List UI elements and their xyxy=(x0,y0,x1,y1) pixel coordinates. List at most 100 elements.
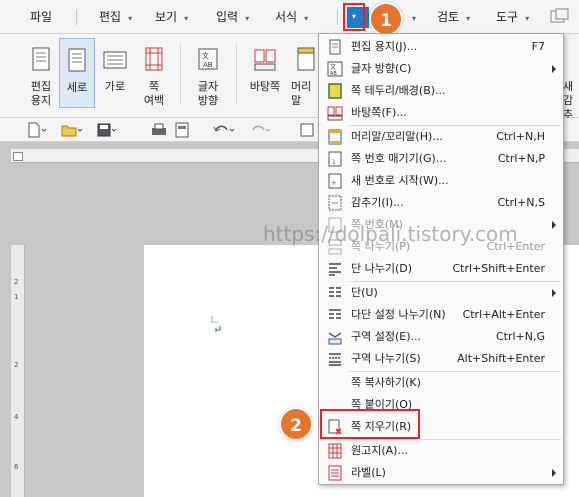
label-icon xyxy=(328,465,342,481)
menu-tools[interactable]: 도구 ▾ xyxy=(496,8,529,26)
save-icon[interactable] xyxy=(96,122,118,138)
svg-text:AB: AB xyxy=(330,71,337,77)
undo-icon[interactable] xyxy=(212,122,236,138)
menu-review[interactable]: 검토 ▾ xyxy=(437,8,470,26)
svg-text:文: 文 xyxy=(202,51,209,60)
print-preview-icon[interactable] xyxy=(173,122,191,138)
page-setup-button[interactable]: 편집 용지 xyxy=(26,38,56,108)
margins-label: 쪽 여백 xyxy=(143,80,165,107)
menu-format[interactable]: 서식 ▾ xyxy=(275,8,308,26)
window-icon[interactable] xyxy=(550,8,570,26)
menu-item-label: 원고지(A)... xyxy=(351,444,408,457)
text-direction-icon: 文AB xyxy=(198,48,218,70)
menu-item-master-page[interactable]: 바탕쪽(F)... xyxy=(319,102,563,124)
menu-item-label: 구역 나누기(S) xyxy=(351,352,421,365)
menu-item-page-border[interactable]: 쪽 테두리/배경(B)... xyxy=(319,80,563,102)
menu-item-shortcut: F7 xyxy=(531,40,545,53)
header-button[interactable]: 머리말 xyxy=(291,38,321,108)
manuscript-icon xyxy=(328,443,342,459)
menu-item-shortcut: Ctrl+N,P xyxy=(497,152,545,165)
menu-item-label: 편집 용지(J)... xyxy=(351,40,418,53)
menu-item-shortcut: Ctrl+Alt+Enter xyxy=(462,308,545,321)
menu-page-dropdown[interactable]: ▾ xyxy=(343,3,365,31)
landscape-icon xyxy=(103,51,127,69)
section-break-icon xyxy=(329,353,341,366)
text-direction-label: 글자 방향 xyxy=(197,80,219,107)
page-number-icon: 1 xyxy=(328,151,342,167)
menu-separator xyxy=(76,9,77,25)
menu-item-label: 감추기(I)... xyxy=(351,196,404,209)
menu-item-label: 글자 방향(C) xyxy=(351,62,412,75)
style-icon[interactable] xyxy=(298,122,316,138)
menu-page-arrow[interactable]: ▾ xyxy=(412,8,416,26)
page-setup-icon xyxy=(32,47,50,71)
portrait-button[interactable]: 세로 xyxy=(59,38,95,108)
menu-item-column-break[interactable]: 단 나누기(D) Ctrl+Shift+Enter xyxy=(319,258,563,280)
chevron-down-icon: ▾ xyxy=(347,7,361,27)
new-number-button[interactable]: 새 감추 xyxy=(563,38,579,122)
ribbon-separator xyxy=(236,44,237,104)
paragraph-mark-icon xyxy=(211,316,221,332)
open-folder-icon[interactable] xyxy=(60,122,84,138)
header-footer-icon xyxy=(328,129,342,145)
menu-item-shortcut: Ctrl+N,G xyxy=(495,330,545,343)
menu-item-header-footer[interactable]: 머리말/꼬리말(H)... Ctrl+N,H xyxy=(319,126,563,148)
menu-item-label: 새 번호로 시작(W)... xyxy=(351,174,449,187)
text-direction-icon: 文AB xyxy=(327,61,343,77)
header-label: 머리말 xyxy=(291,80,312,107)
redo-icon[interactable] xyxy=(248,122,272,138)
submenu-arrow-icon xyxy=(552,65,556,73)
hide-icon xyxy=(328,195,342,211)
portrait-icon xyxy=(68,48,86,72)
menu-item-multi-column-break[interactable]: 다단 설정 나누기(N) Ctrl+Alt+Enter xyxy=(319,304,563,326)
menu-item-new-number[interactable]: + 새 번호로 시작(W)... xyxy=(319,170,563,192)
menu-item-shortcut: Ctrl+N,S xyxy=(497,196,546,209)
new-document-icon[interactable] xyxy=(26,122,48,138)
menu-item-manuscript[interactable]: 원고지(A)... xyxy=(319,440,563,462)
margins-icon xyxy=(145,47,163,71)
text-direction-button[interactable]: 文 AB 글자 방향 xyxy=(190,38,226,108)
menu-item-hide[interactable]: 감추기(I)... Ctrl+N,S xyxy=(319,192,563,214)
menu-item-label-menu[interactable]: 라벨(L) xyxy=(319,462,563,484)
svg-text:AB: AB xyxy=(203,61,213,69)
menu-item-section-settings[interactable]: 구역 설정(E)... Ctrl+N,G xyxy=(319,326,563,348)
section-settings-icon xyxy=(328,332,342,345)
menu-file[interactable]: 파일 xyxy=(30,8,52,26)
ruler-mark: 6 xyxy=(14,463,19,471)
margins-button[interactable]: 쪽 여백 xyxy=(136,38,172,108)
menu-item-text-direction[interactable]: 文 AB 글자 방향(C) xyxy=(319,58,563,80)
vertical-ruler[interactable]: 2 1 2 4 6 xyxy=(11,245,25,497)
print-icon[interactable] xyxy=(150,122,168,138)
menu-item-columns[interactable]: 단(U) xyxy=(319,282,563,304)
landscape-button[interactable]: 가로 xyxy=(100,38,130,94)
portrait-label: 세로 xyxy=(66,81,88,94)
menu-insert[interactable]: 입력 ▾ xyxy=(216,8,249,26)
ruler-mark: 1 xyxy=(14,293,19,301)
columns-icon xyxy=(329,287,341,297)
svg-text:文: 文 xyxy=(330,63,336,71)
menu-item-page-setup[interactable]: 편집 용지(J)... F7 xyxy=(319,36,563,58)
menu-edit[interactable]: 편집 ▾ xyxy=(99,8,132,26)
menu-view[interactable]: 보기 ▾ xyxy=(155,8,188,26)
menu-item-shortcut: Alt+Shift+Enter xyxy=(457,352,545,365)
master-page-button[interactable]: 바탕쪽 xyxy=(246,38,284,94)
menu-item-label: 단(U) xyxy=(351,286,378,299)
submenu-arrow-icon xyxy=(552,221,556,229)
master-page-icon xyxy=(254,49,276,71)
multi-column-break-icon xyxy=(329,309,341,319)
svg-text:1: 1 xyxy=(332,159,336,166)
menu-item-section-break[interactable]: 구역 나누기(S) Alt+Shift+Enter xyxy=(319,348,563,370)
menu-item-page-numbering[interactable]: 1 쪽 번호 매기기(G)... Ctrl+N,P xyxy=(319,148,563,170)
menu-item-label: 구역 설정(E)... xyxy=(351,330,421,343)
menu-item-label: 머리말/꼬리말(H)... xyxy=(351,130,443,143)
menu-item-copy-page[interactable]: 쪽 복사하기(K) xyxy=(319,372,563,394)
step-badge-2: 2 xyxy=(279,407,313,441)
menu-item-label: 단 나누기(D) xyxy=(351,262,413,275)
page-setup-label: 편집 용지 xyxy=(30,80,52,107)
menu-item-label: 쪽 테두리/배경(B)... xyxy=(351,84,446,97)
menu-item-label: 바탕쪽(F)... xyxy=(351,106,407,119)
tab-type-toggle[interactable] xyxy=(13,152,23,161)
master-page-icon xyxy=(327,106,343,121)
landscape-label: 가로 xyxy=(104,80,126,93)
ruler-mark: 2 xyxy=(14,361,19,369)
